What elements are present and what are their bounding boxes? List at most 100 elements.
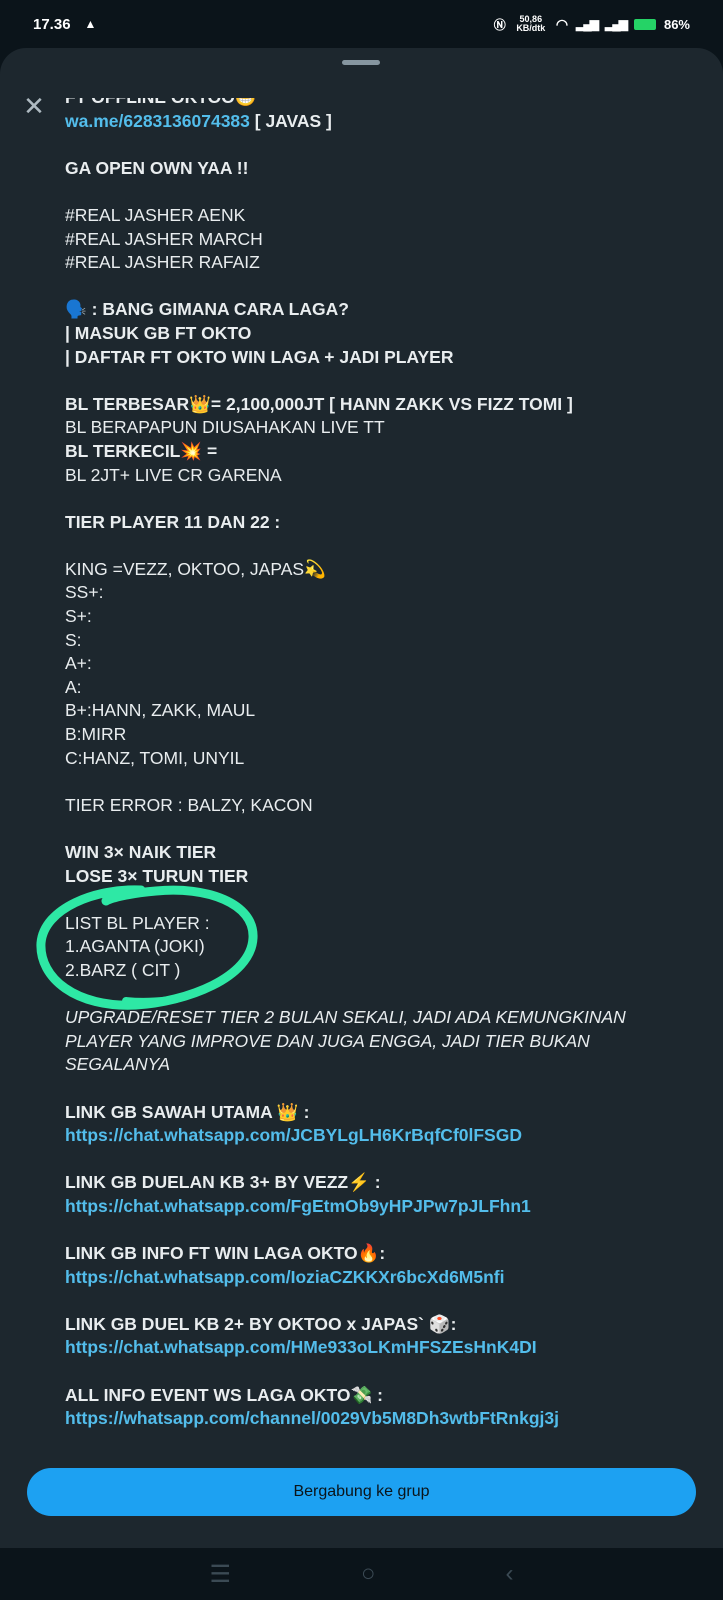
description-line-text: LOSE 3× TURUN TIER	[65, 865, 249, 886]
network-speed: 50,86 KB/dtk	[516, 14, 546, 33]
description-line: WIN 3× NAIK TIER	[65, 841, 665, 865]
description-line-text: 2.BARZ ( CIT )	[65, 959, 181, 980]
description-line: S:	[65, 629, 665, 653]
group-description: FT OFFLINE OKTOO😁 wa.me/6283136074383 [ J…	[65, 98, 665, 1488]
description-line: #REAL JASHER AENK	[65, 204, 665, 228]
description-line-text: B+:HANN, ZAKK, MAUL	[65, 700, 256, 721]
description-line: LIST BL PLAYER :	[65, 912, 665, 936]
description-line: A:	[65, 676, 665, 700]
description-line	[65, 817, 665, 841]
description-line-text: | DAFTAR FT OKTO WIN LAGA + JADI PLAYER	[65, 346, 454, 367]
description-line-text[interactable]: wa.me/6283136074383	[65, 111, 250, 131]
description-line	[65, 180, 665, 204]
join-group-label: Bergabung ke grup	[293, 1483, 430, 1500]
status-right: Ⓝ 50,86 KB/dtk ◠ ▂▄▆ ▂▄▆ 86%	[494, 15, 690, 33]
description-line-text: BL TERKECIL💥 =	[65, 440, 218, 461]
description-line-text: S+:	[65, 606, 92, 627]
wifi-icon: ◠	[555, 15, 569, 32]
status-time: 17.36	[33, 15, 71, 33]
description-line-text[interactable]: https://chat.whatsapp.com/JCBYLgLH6KrBqf…	[65, 1125, 522, 1145]
drag-handle[interactable]	[342, 60, 380, 65]
alert-icon: ▲	[84, 17, 97, 31]
description-line-text: GA OPEN OWN YAA !!	[65, 157, 249, 178]
description-link[interactable]: https://chat.whatsapp.com/FgEtmOb9yHPJPw…	[65, 1195, 665, 1219]
description-line	[65, 534, 665, 558]
description-line: B:MIRR	[65, 723, 665, 747]
description-line-text: LINK GB DUELAN KB 3+ BY VEZZ⚡ :	[65, 1172, 381, 1193]
description-line: 1.AGANTA (JOKI)	[65, 935, 665, 959]
description-line-text: KING =VEZZ, OKTOO, JAPAS💫	[65, 558, 326, 579]
description-line: SS+:	[65, 581, 665, 605]
description-line-text: S:	[65, 629, 82, 650]
description-line-text: TIER ERROR : BALZY, KACON	[65, 794, 313, 815]
description-line	[65, 1077, 665, 1101]
description-link[interactable]: https://chat.whatsapp.com/IoziaCZKKXr6bc…	[65, 1266, 665, 1290]
description-line: KING =VEZZ, OKTOO, JAPAS💫	[65, 558, 665, 582]
description-line-text: C:HANZ, TOMI, UNYIL	[65, 747, 245, 768]
description-line-text: | MASUK GB FT OKTO	[65, 322, 252, 343]
battery-level: 86%	[663, 16, 690, 32]
description-line: LINK GB DUEL KB 2+ BY OKTOO x JAPAS` 🎲:	[65, 1313, 665, 1337]
description-line-suffix: [ JAVAS ]	[249, 110, 332, 131]
description-line: LOSE 3× TURUN TIER	[65, 865, 665, 889]
description-line	[65, 1360, 665, 1384]
status-left: 17.36 ▲	[33, 16, 96, 33]
description-line-text[interactable]: https://whatsapp.com/channel/0029Vb5M8Dh…	[65, 1408, 559, 1428]
description-line	[65, 770, 665, 794]
nfc-icon: Ⓝ	[493, 17, 506, 32]
description-line-text: LIST BL PLAYER :	[65, 912, 210, 933]
description-line: BL TERBESAR👑= 2,100,000JT [ HANN ZAKK VS…	[65, 393, 665, 417]
description-line-text[interactable]: https://chat.whatsapp.com/FgEtmOb9yHPJPw…	[65, 1196, 531, 1216]
description-line-text: BL BERAPAPUN DIUSAHAKAN LIVE TT	[65, 417, 385, 438]
description-line-text: LINK GB SAWAH UTAMA 👑 :	[65, 1101, 310, 1122]
description-line	[65, 1148, 665, 1172]
description-line: UPGRADE/RESET TIER 2 BULAN SEKALI, JADI …	[65, 1006, 665, 1077]
description-link[interactable]: wa.me/6283136074383 [ JAVAS ]	[65, 110, 665, 134]
description-line-text: B:MIRR	[65, 724, 127, 745]
description-line	[65, 275, 665, 299]
description-link[interactable]: https://whatsapp.com/channel/0029Vb5M8Dh…	[65, 1407, 665, 1431]
description-line: GA OPEN OWN YAA !!	[65, 157, 665, 181]
description-line-text: WIN 3× NAIK TIER	[65, 842, 217, 862]
description-line: LINK GB DUELAN KB 3+ BY VEZZ⚡ :	[65, 1171, 665, 1195]
join-group-button[interactable]: Bergabung ke grup	[27, 1468, 696, 1516]
description-line: BL TERKECIL💥 =	[65, 440, 665, 464]
description-line: C:HANZ, TOMI, UNYIL	[65, 747, 665, 771]
description-line-text: A:	[65, 676, 82, 697]
group-info-sheet: ✕ FT OFFLINE OKTOO😁 wa.me/6283136074383 […	[0, 48, 723, 1548]
description-line-text: A+:	[65, 653, 92, 674]
description-line	[65, 888, 665, 912]
description-link[interactable]: https://chat.whatsapp.com/JCBYLgLH6KrBqf…	[65, 1124, 665, 1148]
description-line: A+:	[65, 652, 665, 676]
description-line-text: TIER PLAYER 11 DAN 22 :	[65, 511, 281, 532]
description-link[interactable]: https://chat.whatsapp.com/HMe933oLKmHFSZ…	[65, 1336, 665, 1360]
description-line: FT OFFLINE OKTOO😁	[65, 98, 665, 110]
description-line: #REAL JASHER MARCH	[65, 228, 665, 252]
description-line-text: 1.AGANTA (JOKI)	[65, 936, 205, 957]
home-icon[interactable]: ○	[361, 1560, 376, 1588]
description-line-text[interactable]: https://chat.whatsapp.com/HMe933oLKmHFSZ…	[65, 1337, 537, 1357]
description-line-text: #REAL JASHER AENK	[65, 204, 246, 225]
battery-icon	[633, 18, 656, 30]
description-line: 🗣️ : BANG GIMANA CARA LAGA?	[65, 298, 665, 322]
description-line: TIER PLAYER 11 DAN 22 :	[65, 511, 665, 535]
status-bar: 17.36 ▲ Ⓝ 50,86 KB/dtk ◠ ▂▄▆ ▂▄▆ 86%	[0, 0, 723, 48]
description-line: LINK GB SAWAH UTAMA 👑 :	[65, 1101, 665, 1125]
close-icon[interactable]: ✕	[20, 91, 48, 121]
description-line: | MASUK GB FT OKTO	[65, 322, 665, 346]
description-line-text: LINK GB DUEL KB 2+ BY OKTOO x JAPAS` 🎲:	[65, 1313, 457, 1334]
description-line	[65, 983, 665, 1007]
back-icon[interactable]: ‹	[506, 1560, 514, 1588]
description-line-text: UPGRADE/RESET TIER 2 BULAN SEKALI, JADI …	[65, 1007, 626, 1075]
menu-icon[interactable]: ☰	[209, 1560, 231, 1589]
description-line-text: 🗣️ : BANG GIMANA CARA LAGA?	[65, 299, 349, 320]
description-line: B+:HANN, ZAKK, MAUL	[65, 699, 665, 723]
signal-icon-2: ▂▄▆	[605, 17, 628, 31]
description-line-text[interactable]: https://chat.whatsapp.com/IoziaCZKKXr6bc…	[65, 1267, 505, 1287]
description-line-text: #REAL JASHER RAFAIZ	[65, 252, 260, 273]
description-line: #REAL JASHER RAFAIZ	[65, 251, 665, 275]
description-line-text: BL TERBESAR👑= 2,100,000JT [ HANN ZAKK VS…	[65, 393, 573, 414]
description-line: BL 2JT+ LIVE CR GARENA	[65, 464, 665, 488]
description-line: 2.BARZ ( CIT )	[65, 959, 665, 983]
description-line	[65, 1219, 665, 1243]
